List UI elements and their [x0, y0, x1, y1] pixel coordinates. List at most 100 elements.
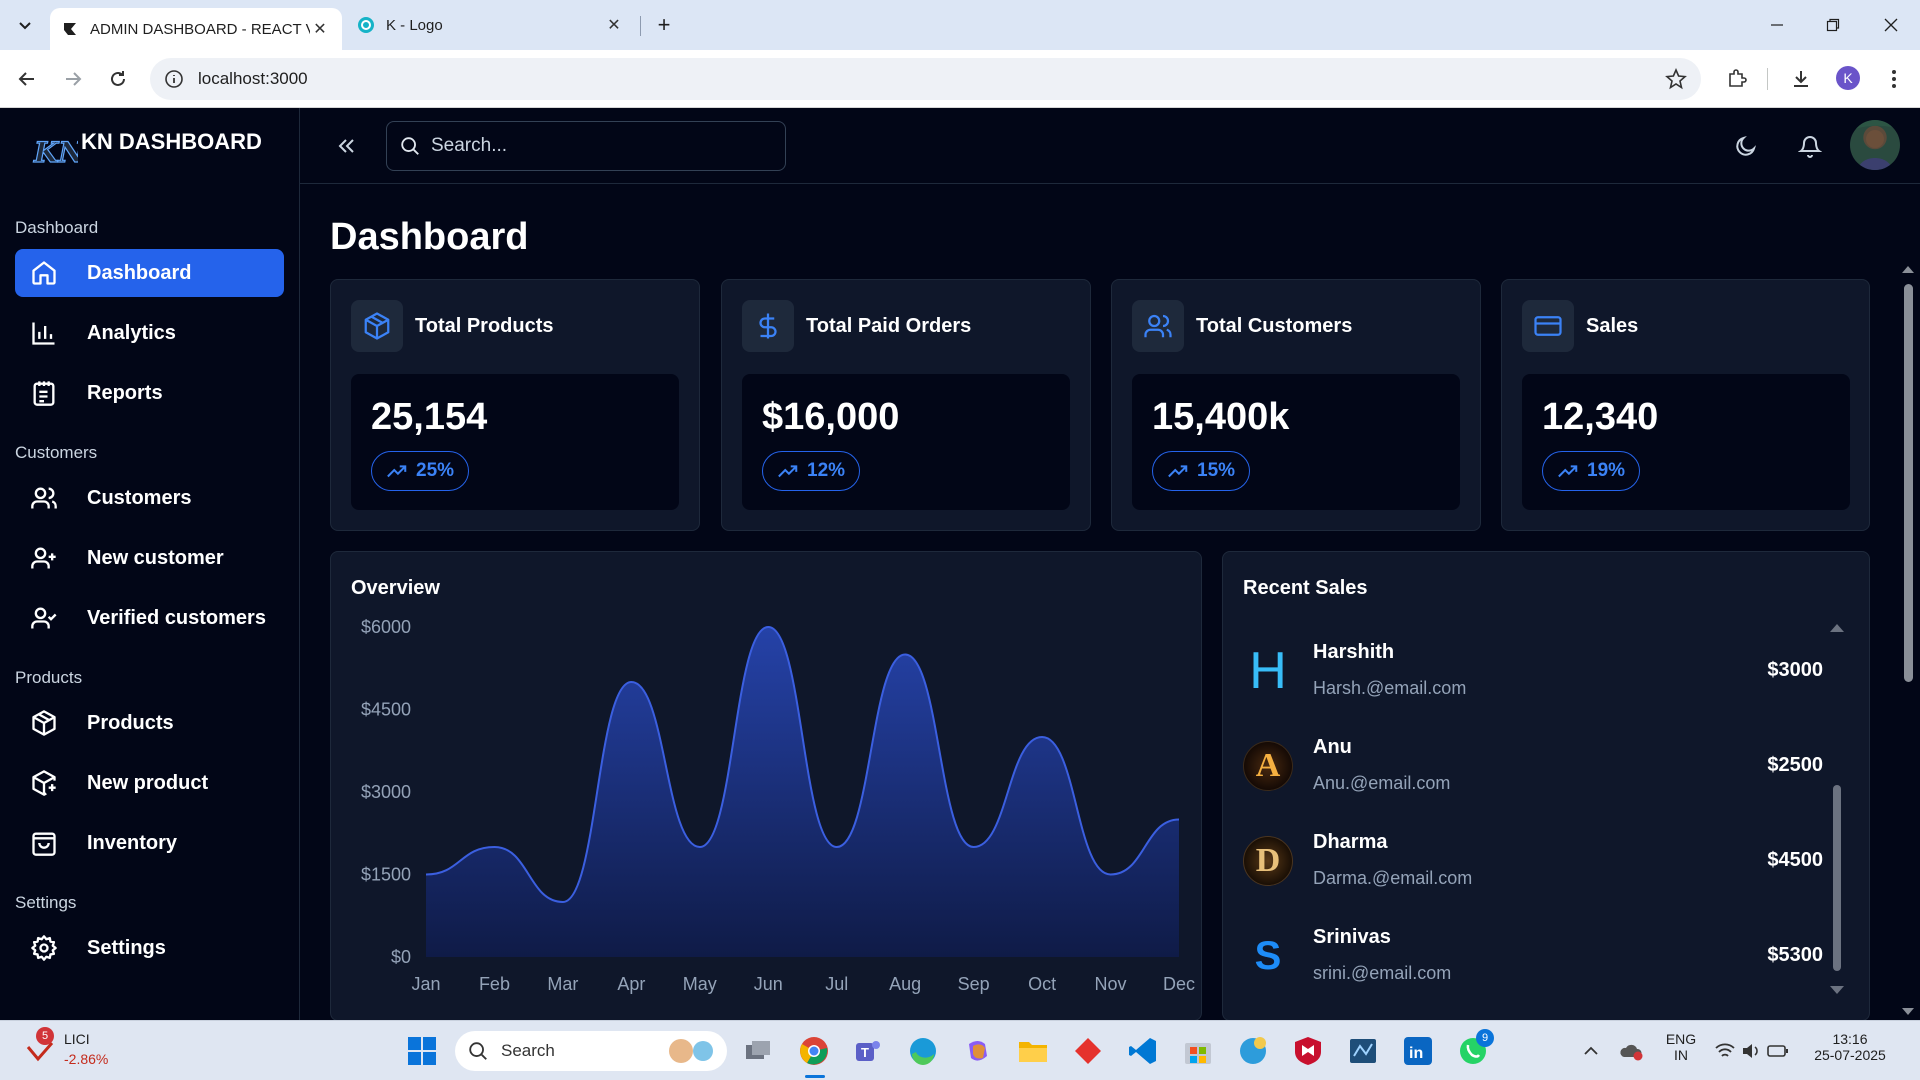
sidebar-item-dashboard[interactable]: Dashboard	[15, 249, 284, 297]
close-window-button[interactable]	[1869, 10, 1913, 40]
sidebar-item-settings[interactable]: Settings	[15, 924, 284, 972]
puzzle-icon	[1729, 69, 1747, 87]
sidebar-item-label: Dashboard	[87, 261, 192, 284]
search-input[interactable]	[431, 135, 751, 157]
language-indicator[interactable]: ENG IN	[1662, 1031, 1700, 1063]
sidebar-item-verified-customers[interactable]: Verified customers	[15, 594, 284, 642]
vscode-app[interactable]	[1126, 1034, 1160, 1068]
tab-search-button[interactable]	[10, 12, 40, 38]
new-tab-button[interactable]: +	[650, 11, 678, 39]
sale-row[interactable]: H Harshith Harsh.@email.com $3000	[1243, 641, 1823, 721]
info-icon[interactable]	[164, 69, 184, 89]
browser-menu-button[interactable]	[1879, 64, 1909, 94]
clock[interactable]: 13:16 25-07-2025	[1808, 1031, 1892, 1063]
moon-icon	[1736, 135, 1757, 156]
extensions-button[interactable]	[1722, 64, 1752, 94]
python-app[interactable]	[1236, 1034, 1270, 1068]
avatar-letter-d: D	[1243, 836, 1293, 886]
reload-button[interactable]	[103, 64, 133, 94]
sale-row[interactable]: A Anu Anu.@email.com $2500	[1243, 736, 1823, 816]
sidebar-item-new-product[interactable]: New product	[15, 759, 284, 807]
sale-row[interactable]: S Srinivas srini.@email.com $5300	[1243, 926, 1823, 1006]
file-explorer-app[interactable]	[1016, 1034, 1050, 1068]
card-value: 12,340	[1542, 396, 1659, 438]
search-box[interactable]	[386, 121, 786, 171]
page-scroll-up-arrow[interactable]	[1902, 266, 1914, 273]
taskbar-search[interactable]: Search	[455, 1031, 727, 1071]
sale-name: Srinivas	[1313, 926, 1391, 948]
volume-icon	[1743, 1044, 1758, 1058]
sidebar-item-customers[interactable]: Customers	[15, 474, 284, 522]
user-avatar[interactable]	[1850, 120, 1900, 170]
windows-start-button[interactable]	[405, 1034, 439, 1068]
sidebar-item-new-customer[interactable]: New customer	[15, 534, 284, 582]
y-tick-label: $6000	[361, 617, 411, 637]
mcafee-app[interactable]	[1291, 1034, 1325, 1068]
overview-chart[interactable]: $0 $1500 $3000 $4500 $6000 Jan Feb Mar Apr May Jun…	[331, 552, 1203, 1022]
teams-app[interactable]: T	[851, 1034, 885, 1068]
sidebar-item-label: Products	[87, 711, 174, 734]
page-scrollbar[interactable]	[1904, 284, 1913, 682]
avatar-letter-h: H	[1249, 642, 1287, 700]
card-title: Total Paid Orders	[806, 314, 972, 337]
sql-app[interactable]	[1346, 1034, 1380, 1068]
tray-overflow-button[interactable]	[1576, 1034, 1606, 1068]
sidebar-item-label: Inventory	[87, 831, 178, 854]
chrome-app[interactable]	[797, 1034, 831, 1068]
search-highlight-illustration	[669, 1039, 713, 1063]
theme-toggle-button[interactable]	[1730, 130, 1762, 162]
x-tick-label: Mar	[547, 974, 578, 994]
page-scroll-down-arrow[interactable]	[1902, 1008, 1914, 1015]
edge-app[interactable]	[906, 1034, 940, 1068]
bookmark-star-icon[interactable]	[1665, 68, 1687, 90]
sidebar-item-analytics[interactable]: Analytics	[15, 309, 284, 357]
trend-badge: 12%	[762, 451, 861, 491]
sale-row[interactable]: D Dharma Darma.@email.com $4500	[1243, 831, 1823, 911]
task-view-icon	[746, 1041, 770, 1059]
forward-button[interactable]	[58, 64, 88, 94]
git-app[interactable]	[1071, 1034, 1105, 1068]
package-icon	[351, 300, 403, 352]
url-text: localhost:3000	[198, 69, 308, 88]
onedrive-tray[interactable]	[1616, 1034, 1646, 1068]
profile-avatar[interactable]: K	[1836, 66, 1860, 90]
bell-icon	[1798, 136, 1822, 158]
quick-settings[interactable]	[1712, 1034, 1792, 1068]
sidebar-item-products[interactable]: Products	[15, 699, 284, 747]
store-app[interactable]	[1181, 1034, 1215, 1068]
task-view-app[interactable]	[741, 1034, 775, 1068]
svg-text:in: in	[1409, 1045, 1423, 1062]
date: 25-07-2025	[1814, 1047, 1886, 1063]
sale-amount: $3000	[1767, 659, 1823, 681]
active-app-indicator	[805, 1075, 825, 1078]
downloads-button[interactable]	[1786, 64, 1816, 94]
brand-name: KN DASHBOARD	[81, 129, 262, 154]
tab-close-icon[interactable]: ✕	[604, 15, 624, 35]
restore-button[interactable]	[1811, 10, 1855, 40]
browser-tab-admin-dashboard[interactable]: ADMIN DASHBOARD - REACT V ✕	[50, 8, 342, 50]
sidebar-item-reports[interactable]: Reports	[15, 369, 284, 417]
tab-close-icon[interactable]: ✕	[310, 19, 330, 39]
scroll-down-arrow[interactable]	[1830, 986, 1844, 994]
page-title: Dashboard	[330, 216, 529, 258]
download-icon	[1794, 71, 1808, 87]
trending-up-icon	[778, 465, 798, 478]
nav-section-settings: Settings	[15, 893, 77, 912]
minimize-button[interactable]	[1755, 10, 1799, 40]
notifications-button[interactable]	[1794, 130, 1826, 162]
windows-logo-icon	[408, 1037, 436, 1065]
users-icon	[31, 487, 57, 509]
sidebar-item-inventory[interactable]: Inventory	[15, 819, 284, 867]
brand[interactable]: KN	[30, 126, 78, 174]
collapse-sidebar-button[interactable]	[330, 130, 362, 162]
copilot-app[interactable]	[961, 1034, 995, 1068]
chevrons-left-icon	[338, 139, 354, 153]
browser-tab-k-logo[interactable]: K - Logo ✕	[346, 7, 636, 43]
address-bar[interactable]: localhost:3000	[150, 58, 1701, 100]
scroll-up-arrow[interactable]	[1830, 624, 1844, 632]
overview-panel: Overview $0 $1500 $3000 $4500 $6000 Jan Feb Mar…	[330, 551, 1202, 1021]
notepad-icon	[33, 381, 55, 406]
recent-sales-scrollbar[interactable]	[1833, 785, 1841, 971]
back-button[interactable]	[12, 64, 42, 94]
linkedin-app[interactable]: in	[1401, 1034, 1435, 1068]
